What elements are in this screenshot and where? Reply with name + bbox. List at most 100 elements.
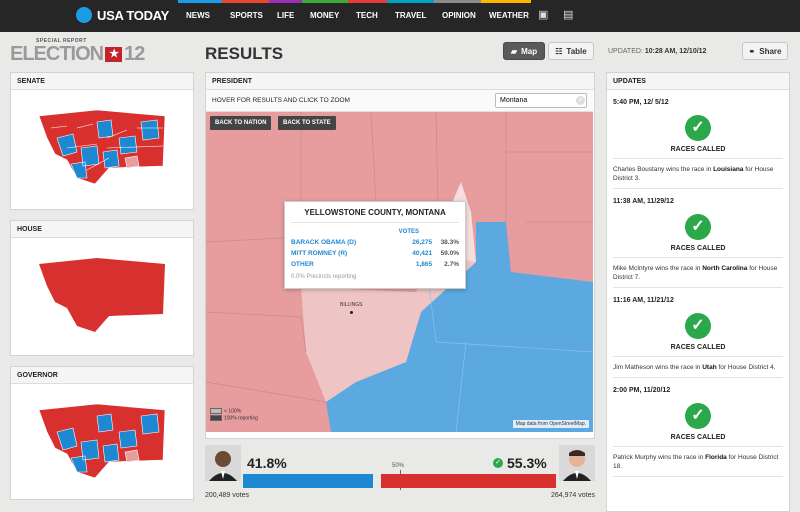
clear-search-icon[interactable]: × (576, 96, 585, 105)
logo-text: USA TODAY (97, 7, 169, 23)
romney-photo (559, 445, 595, 481)
updates-title: UPDATES (607, 73, 789, 90)
county-result-popup: YELLOWSTONE COUNTY, MONTANA VOTES BARACK… (284, 201, 466, 289)
nav-news[interactable]: NEWS (178, 0, 222, 32)
president-title: PRESIDENT (206, 73, 594, 90)
president-panel: PRESIDENT HOVER FOR RESULTS AND CLICK TO… (205, 72, 595, 439)
romney-votes: 264,974 votes (551, 492, 595, 499)
star-icon: ★ (105, 47, 123, 62)
partial-swatch (210, 408, 222, 414)
share-button[interactable]: ⚭ Share (742, 42, 788, 60)
popup-title: YELLOWSTONE COUNTY, MONTANA (291, 208, 459, 223)
update-item: 2:00 PM, 11/20/12 ✓ RACES CALLED Patrick… (607, 378, 789, 477)
candidate-votes: 1,865 (415, 261, 433, 268)
update-time: 11:16 AM, 11/21/12 (613, 297, 674, 304)
map-hint: HOVER FOR RESULTS AND CLICK TO ZOOM (212, 97, 350, 104)
senate-panel[interactable]: SENATE (10, 72, 194, 210)
city-label: BILLINGS (340, 302, 363, 308)
check-icon: ✓ (685, 313, 711, 339)
update-item: 5:40 PM, 12/ 5/12 ✓ RACES CALLED Charles… (607, 90, 789, 189)
update-text: Jim Matheson wins the race in Utah for H… (613, 357, 783, 378)
candidate-pct: 2.7% (444, 261, 459, 268)
senate-title: SENATE (11, 73, 193, 90)
election-logo[interactable]: ELECTION ★ 12 (10, 43, 145, 66)
check-icon: ✓ (685, 403, 711, 429)
races-called-label: RACES CALLED (613, 434, 783, 447)
update-text-pre: Jim Matheson wins the race in (613, 364, 703, 371)
update-text: Patrick Murphy wins the race in Florida … (613, 447, 783, 477)
weather-icon[interactable]: ▤ (563, 8, 573, 21)
nav-life[interactable]: LIFE (269, 0, 302, 32)
popup-votes-header: VOTES (398, 229, 419, 235)
candidate-pct: 38.3% (440, 239, 459, 246)
winner-check-icon: ✓ (493, 458, 503, 468)
table-view-button[interactable]: ☷ Table (548, 42, 594, 60)
popup-row: MITT ROMNEY (R) 40,421 59.0% (291, 250, 459, 257)
house-title: HOUSE (11, 221, 193, 238)
update-text: Mike McIntyre wins the race in North Car… (613, 258, 783, 288)
logo-dot-icon (76, 7, 92, 23)
update-time: 5:40 PM, 12/ 5/12 (613, 99, 669, 106)
races-called-label: RACES CALLED (613, 245, 783, 258)
county-map[interactable]: BACK TO NATION BACK TO STATE YELLOWSTONE… (206, 112, 593, 432)
state-result-bar: 41.8% 50% ✓ 55.3% 200,489 votes 264,974 … (205, 445, 595, 505)
races-called-label: RACES CALLED (613, 146, 783, 159)
nav-sports[interactable]: SPORTS (222, 0, 269, 32)
full-swatch (210, 415, 222, 422)
candidate-name: OTHER (291, 261, 314, 268)
election-year: 12 (124, 43, 145, 65)
nav-money[interactable]: MONEY (302, 0, 348, 32)
governor-title: GOVERNOR (11, 367, 193, 384)
map-attribution[interactable]: Map data from OpenStreetMap. (512, 420, 589, 428)
nav-opinion[interactable]: OPINION (434, 0, 481, 32)
usa-today-logo[interactable]: USA TODAY (76, 7, 169, 23)
obama-votes: 200,489 votes (205, 492, 249, 499)
updated-timestamp: UPDATED: 10:28 AM, 12/10/12 (608, 48, 706, 55)
media-icon[interactable]: ▣ (538, 8, 548, 21)
candidate-votes: 40,421 (412, 250, 433, 257)
reporting-legend: < 100% 100% reporting (210, 408, 258, 423)
update-item: 11:16 AM, 11/21/12 ✓ RACES CALLED Jim Ma… (607, 288, 789, 378)
update-state: North Carolina (702, 265, 748, 272)
update-text-post: for House District 4. (716, 364, 776, 371)
state-search-input[interactable] (495, 93, 587, 108)
usa-map-icon: ▰ (510, 46, 518, 56)
update-state: Louisiana (713, 166, 744, 173)
election-word: ELECTION (10, 43, 104, 65)
nav-travel[interactable]: TRAVEL (387, 0, 434, 32)
nav-weather[interactable]: WEATHER (481, 0, 531, 32)
races-called-label: RACES CALLED (613, 344, 783, 357)
updates-panel[interactable]: UPDATES 5:40 PM, 12/ 5/12 ✓ RACES CALLED… (606, 72, 790, 512)
obama-pct: 41.8% (247, 455, 287, 471)
popup-row: BARACK OBAMA (D) 26,275 38.3% (291, 239, 459, 246)
precincts-note: 0.0% Precincts reporting (291, 274, 357, 280)
fifty-percent-label: 50% (392, 463, 405, 469)
link-icon: ⚭ (748, 46, 756, 56)
nav-tech[interactable]: TECH (348, 0, 387, 32)
update-time: 2:00 PM, 11/20/12 (613, 387, 671, 394)
candidate-name: MITT ROMNEY (R) (291, 250, 348, 257)
check-icon: ✓ (685, 115, 711, 141)
map-view-button[interactable]: ▰ Map (503, 42, 545, 60)
update-text-pre: Patrick Murphy wins the race in (613, 454, 706, 461)
update-state: Florida (705, 454, 727, 461)
back-to-state-button[interactable]: BACK TO STATE (278, 116, 336, 130)
update-state: Utah (702, 364, 717, 371)
senate-map[interactable] (37, 108, 167, 188)
house-map[interactable] (37, 256, 167, 336)
back-to-nation-button[interactable]: BACK TO NATION (210, 116, 272, 130)
update-text-pre: Mike McIntyre wins the race in (613, 265, 703, 272)
legend-partial: < 100% (224, 408, 242, 415)
governor-map[interactable] (37, 402, 167, 482)
romney-pct: 55.3% (507, 455, 547, 471)
map-view-label: Map (521, 46, 538, 56)
romney-bar (381, 474, 556, 488)
page-title: RESULTS (205, 44, 284, 63)
city-dot (350, 311, 353, 314)
updated-value: 10:28 AM, 12/10/12 (644, 48, 707, 55)
governor-panel[interactable]: GOVERNOR (10, 366, 194, 500)
update-text: Charles Boustany wins the race in Louisi… (613, 159, 783, 189)
obama-photo (205, 445, 241, 481)
update-item: 11:38 AM, 11/29/12 ✓ RACES CALLED Mike M… (607, 189, 789, 288)
house-panel[interactable]: HOUSE (10, 220, 194, 356)
